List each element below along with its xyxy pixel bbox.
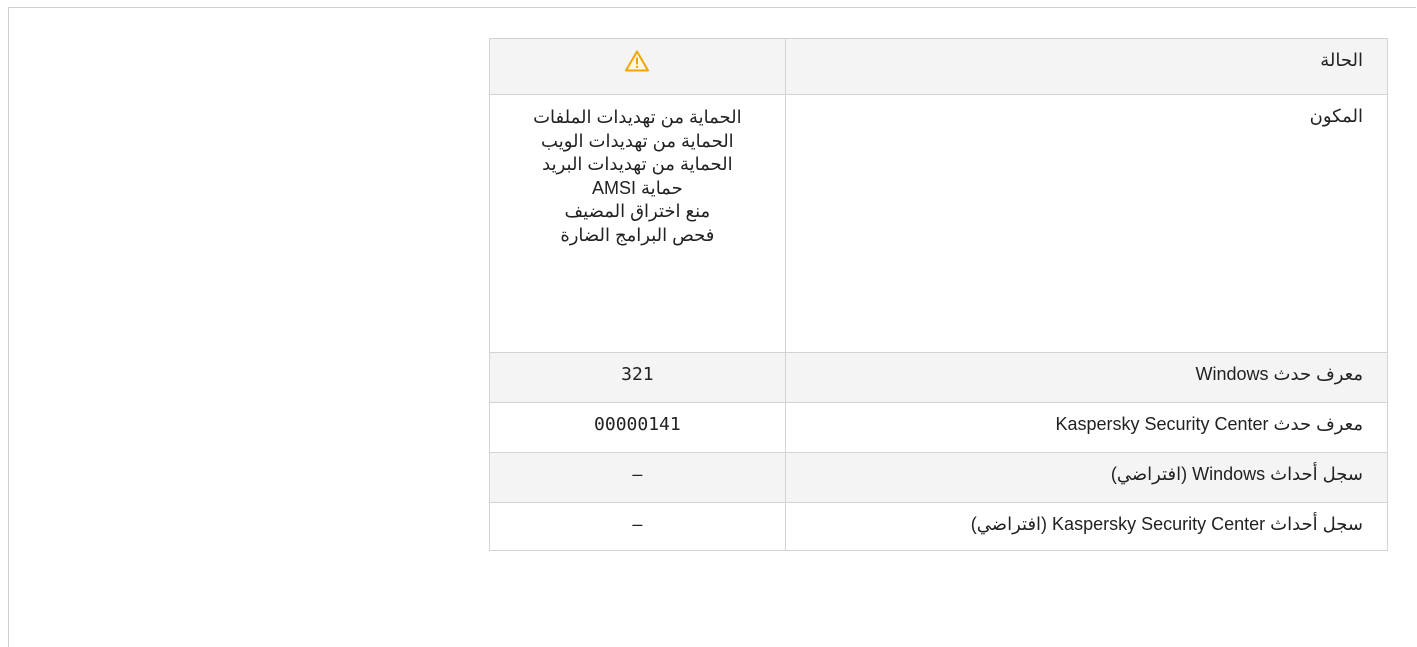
component-web-threat: الحماية من تهديدات الويب xyxy=(541,130,734,151)
table-row-windows-event-id: معرف حدث Windows 321 xyxy=(489,352,1389,403)
ksc-event-log-value: – xyxy=(489,502,786,551)
table-row-status: الحالة xyxy=(489,38,1389,95)
windows-event-id-label: معرف حدث Windows xyxy=(784,352,1389,403)
table-row-ksc-event-id: معرف حدث Kaspersky Security Center 00000… xyxy=(489,402,1389,453)
windows-event-id-value: 321 xyxy=(489,352,786,403)
component-mail-threat: الحماية من تهديدات البريد xyxy=(542,154,733,174)
ksc-event-id-label: معرف حدث Kaspersky Security Center xyxy=(784,402,1389,453)
component-malware-scan: فحص البرامج الضارة xyxy=(560,224,715,245)
table-row-component: المكون الحماية من تهديدات الملفات الحماي… xyxy=(489,94,1389,353)
component-values: الحماية من تهديدات الملفات الحماية من ته… xyxy=(489,94,786,353)
table-row-windows-event-log: سجل أحداث Windows (افتراضي) – xyxy=(489,452,1389,503)
warning-icon xyxy=(624,49,650,73)
ksc-event-id-value: 00000141 xyxy=(489,402,786,453)
status-value xyxy=(489,38,786,95)
ksc-event-log-label: سجل أحداث Kaspersky Security Center (افت… xyxy=(784,502,1389,551)
table-row-ksc-event-log: سجل أحداث Kaspersky Security Center (افت… xyxy=(489,502,1389,551)
component-amsi: حماية AMSI xyxy=(592,177,683,198)
windows-event-log-value: – xyxy=(489,452,786,503)
content-frame: الحالة المكون الحماية من تهديدات الملفات… xyxy=(8,7,1416,647)
status-label: الحالة xyxy=(784,38,1389,95)
component-file-threat: الحماية من تهديدات الملفات xyxy=(533,107,742,127)
component-label: المكون xyxy=(784,94,1389,353)
windows-event-log-label: سجل أحداث Windows (افتراضي) xyxy=(784,452,1389,503)
event-properties-table: الحالة المكون الحماية من تهديدات الملفات… xyxy=(489,38,1389,551)
component-host-intrusion: منع اختراق المضيف xyxy=(564,201,711,221)
